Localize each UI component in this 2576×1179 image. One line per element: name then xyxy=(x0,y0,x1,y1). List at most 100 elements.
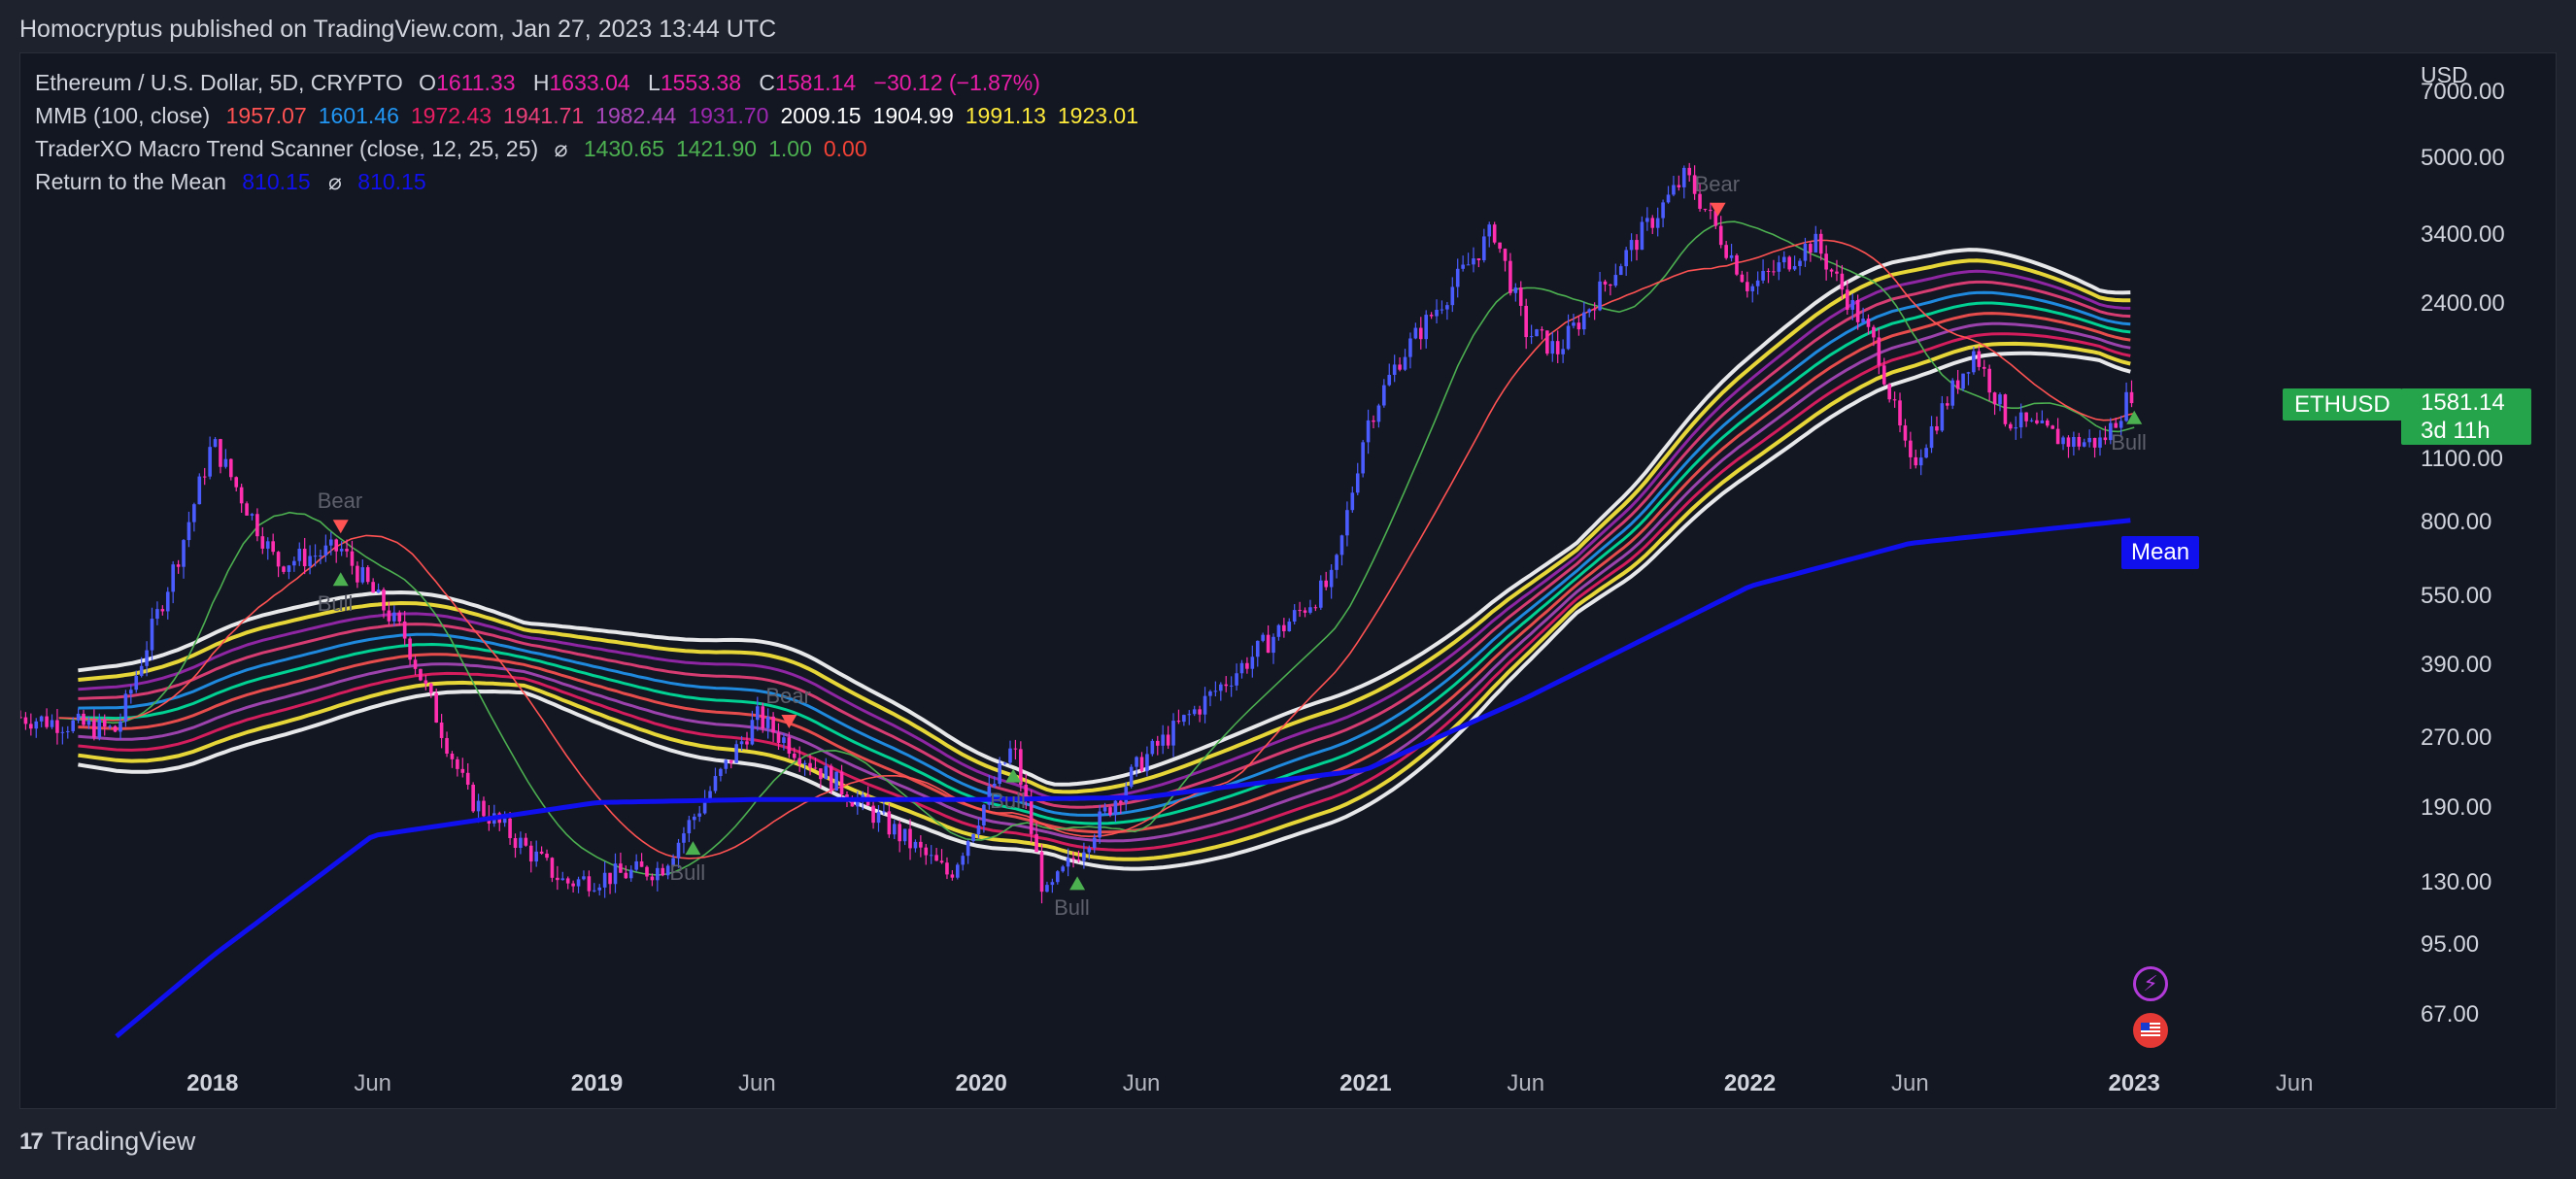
candle-body xyxy=(1350,492,1355,511)
candle-body xyxy=(1881,365,1886,385)
candle-body xyxy=(1461,264,1465,269)
candle-body xyxy=(1108,807,1112,816)
candle-body xyxy=(1835,271,1839,274)
candle-body xyxy=(634,860,638,870)
candle-body xyxy=(1761,270,1765,281)
mean-label-tag: Mean xyxy=(2121,536,2200,569)
candle-body xyxy=(1161,734,1165,746)
candle-body xyxy=(882,811,886,813)
candle-body xyxy=(2003,394,2008,424)
candle-body xyxy=(1624,250,1628,267)
candle-body xyxy=(1672,185,1676,195)
candle-body xyxy=(729,759,733,763)
candle-body xyxy=(939,860,944,863)
legend-macro-label: TraderXO Macro Trend Scanner (close, 12,… xyxy=(35,136,539,161)
candle-body xyxy=(2066,437,2071,448)
candle-body xyxy=(1977,351,1982,367)
mmb-band-line xyxy=(78,312,2131,834)
candle-body xyxy=(1313,607,1318,609)
candle-body xyxy=(282,566,286,572)
candle-body xyxy=(1166,734,1170,746)
candle-body xyxy=(1529,336,1534,338)
bull-label: Bull xyxy=(990,788,1026,813)
lightning-icon[interactable]: ⚡ xyxy=(2133,966,2168,1001)
price-tick: 67.00 xyxy=(2421,1000,2480,1027)
candle-body xyxy=(1002,762,1007,764)
candle-body xyxy=(1066,858,1070,867)
candle-body xyxy=(1982,366,1986,369)
candle-body xyxy=(513,838,518,849)
candle-body xyxy=(123,693,128,723)
candle-body xyxy=(624,872,628,879)
legend-symbol-row[interactable]: Ethereum / U.S. Dollar, 5D, CRYPTO O1611… xyxy=(35,66,1150,99)
legend-mean-row[interactable]: Return to the Mean 810.15 ⌀ 810.15 xyxy=(35,165,1150,198)
candle-body xyxy=(1472,258,1475,265)
candle-body xyxy=(650,876,655,881)
time-tick: Jun xyxy=(1891,1070,1929,1096)
candle-body xyxy=(756,706,760,721)
candle-body xyxy=(1613,275,1618,286)
candle-body xyxy=(1781,256,1786,263)
candle-body xyxy=(1729,254,1734,258)
candle-body xyxy=(2009,423,2013,429)
candle-body xyxy=(1098,811,1102,838)
candle-body xyxy=(119,722,122,732)
candle-body xyxy=(2045,420,2050,426)
time-tick: 2019 xyxy=(570,1070,624,1096)
candle-body xyxy=(602,872,607,888)
legend-macro-row[interactable]: TraderXO Macro Trend Scanner (close, 12,… xyxy=(35,132,1150,165)
time-tick: Jun xyxy=(738,1070,776,1096)
candle-body xyxy=(1740,274,1745,283)
candle-body xyxy=(1787,256,1791,270)
candle-body xyxy=(502,818,507,824)
candle-body xyxy=(1203,695,1207,715)
trend-scanner-line xyxy=(58,239,2135,859)
candle-body xyxy=(1224,684,1229,687)
candle-body xyxy=(966,840,970,857)
candle-body xyxy=(2055,428,2060,445)
candle-body xyxy=(992,783,997,787)
candle-body xyxy=(524,837,528,846)
candle-body xyxy=(1592,309,1597,311)
candle-body xyxy=(1866,319,1871,327)
candle-body xyxy=(892,824,897,835)
candle-body xyxy=(1766,270,1771,272)
candle-body xyxy=(1850,299,1855,310)
candle-body xyxy=(20,717,22,719)
candle-body xyxy=(582,876,586,880)
candle-body xyxy=(955,864,960,878)
candle-body xyxy=(1208,691,1212,696)
candle-body xyxy=(1545,330,1549,354)
candle-body xyxy=(1019,749,1023,785)
candle-body xyxy=(834,771,838,792)
legend-mmb-row[interactable]: MMB (100, close) 1957.07 1601.46 1972.43 19… xyxy=(35,99,1150,132)
candle-body xyxy=(1645,218,1649,222)
legend-mmb-value-3: 1972.43 xyxy=(410,103,492,128)
candle-body xyxy=(2087,437,2091,443)
candle-body xyxy=(808,762,812,768)
candle-body xyxy=(1429,315,1434,317)
candle-body xyxy=(208,447,212,477)
candle-body xyxy=(1324,580,1329,588)
candle-body xyxy=(1987,368,1991,393)
candle-body xyxy=(2061,437,2065,445)
candle-body xyxy=(2082,442,2086,447)
legend-mean-value-1: 810.15 xyxy=(242,169,311,194)
price-tick: 2400.00 xyxy=(2421,290,2505,318)
candle-body xyxy=(356,565,359,583)
candle-body xyxy=(787,737,792,754)
legend-mean-value-2: 810.15 xyxy=(357,169,426,194)
candle-body xyxy=(1045,885,1049,893)
candle-body xyxy=(1792,266,1797,270)
candle-body xyxy=(108,725,112,727)
candle-body xyxy=(797,758,801,765)
candle-body xyxy=(1824,253,1828,270)
candle-body xyxy=(1609,284,1612,286)
legend-high-label: H xyxy=(532,70,550,95)
candle-body xyxy=(950,874,955,878)
candle-body xyxy=(761,706,765,728)
us-flag-icon[interactable] xyxy=(2133,1013,2168,1048)
footer-brand[interactable]: 17 TradingView xyxy=(19,1127,195,1157)
candle-body xyxy=(1276,624,1281,637)
candle-body xyxy=(1029,800,1034,834)
